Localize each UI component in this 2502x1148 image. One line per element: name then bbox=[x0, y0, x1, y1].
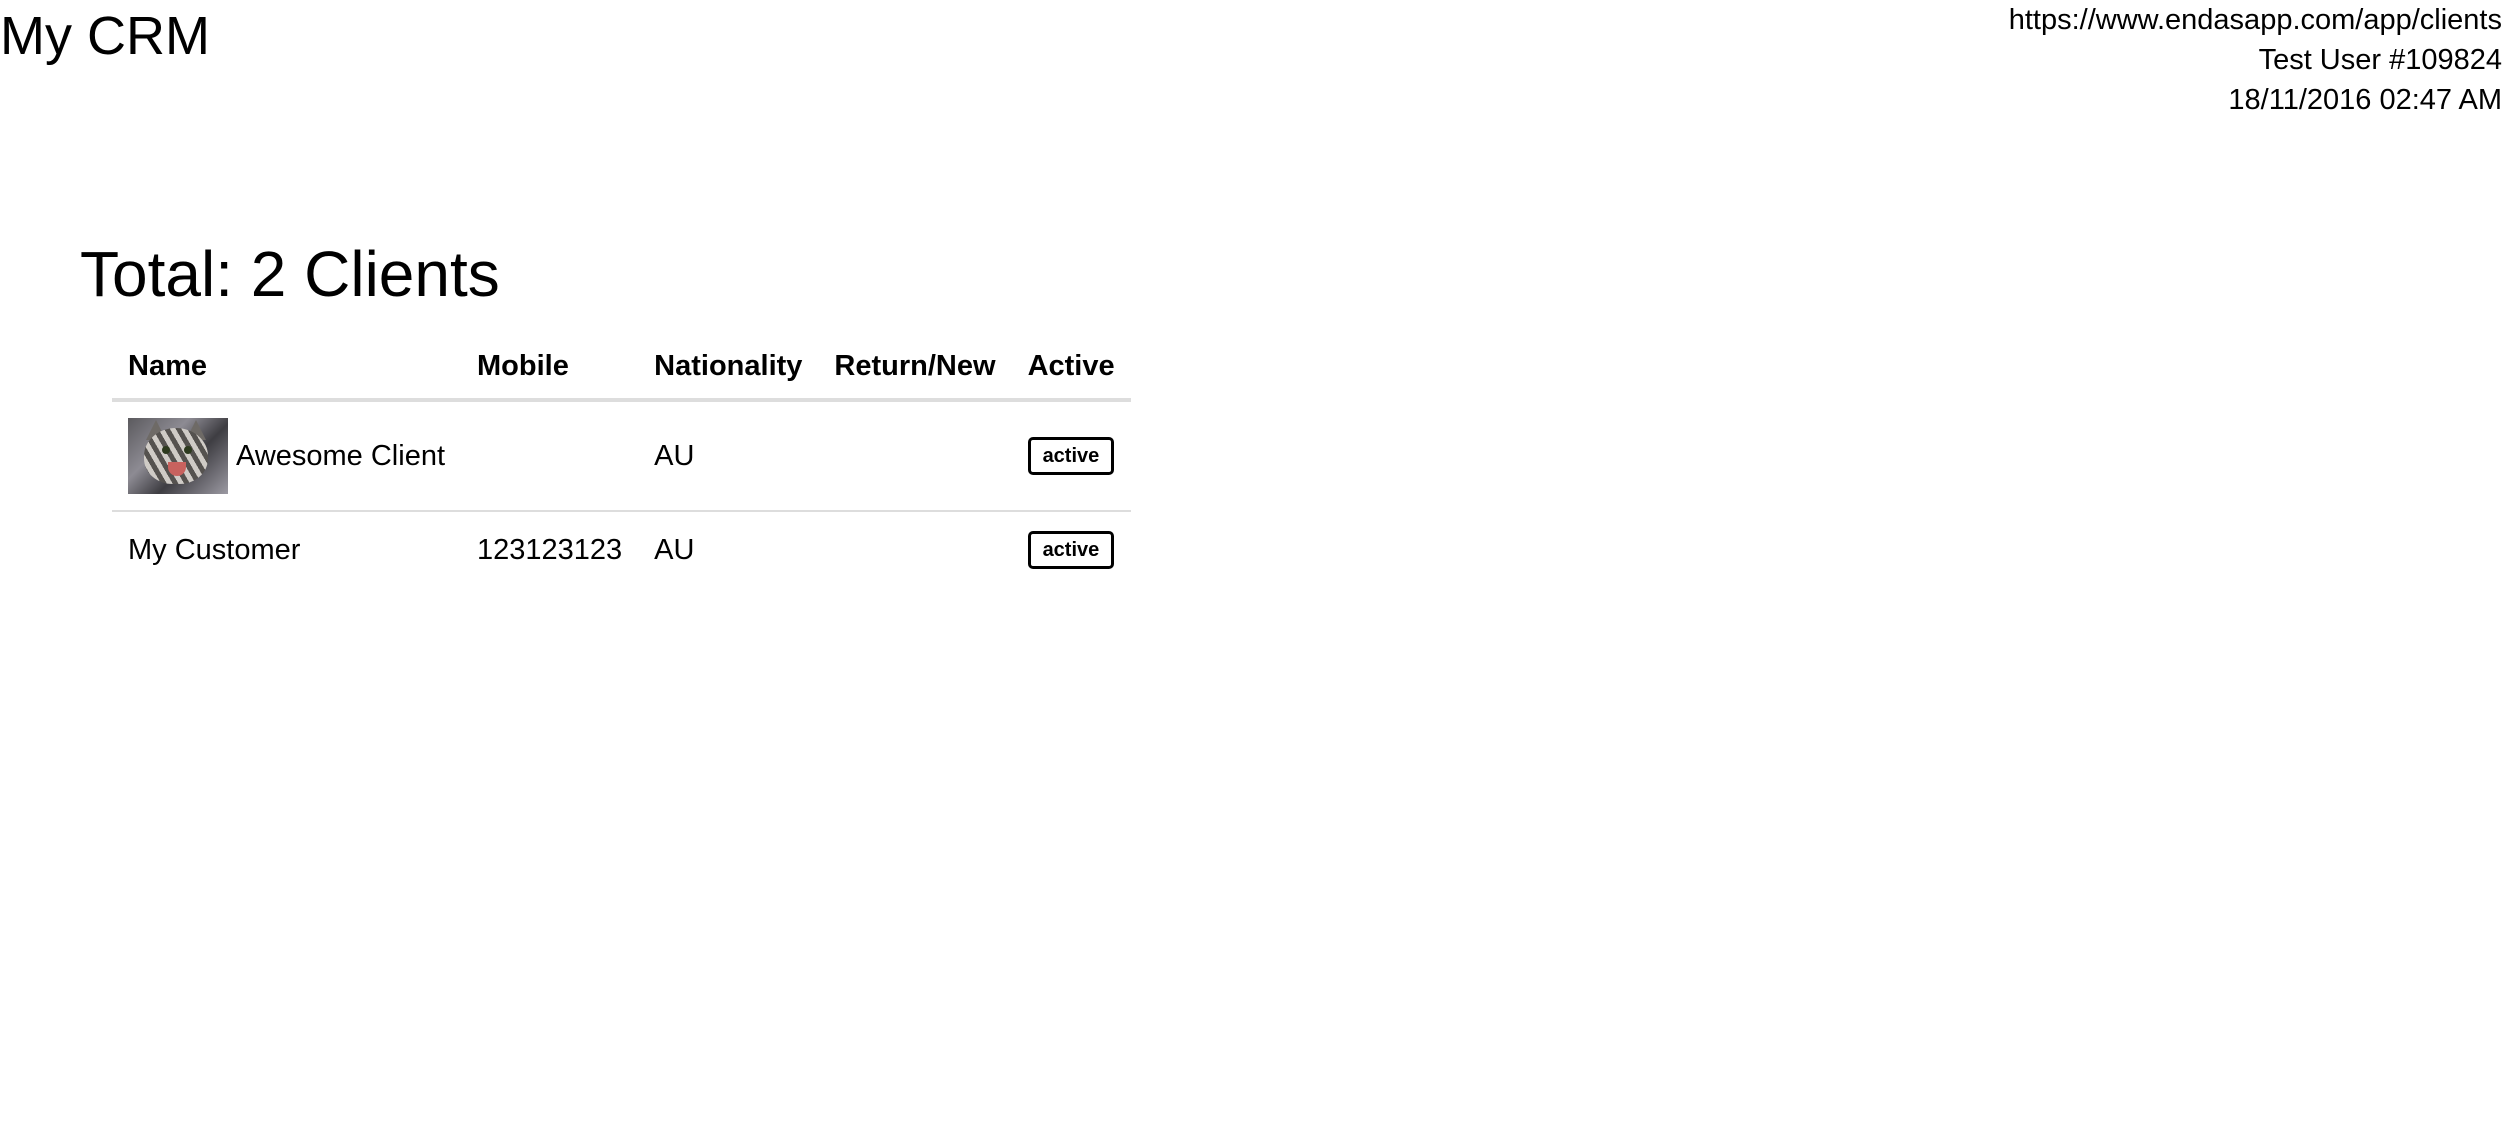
cell-mobile: 123123123 bbox=[477, 533, 623, 566]
cell-return-new bbox=[818, 400, 1012, 512]
column-header-nationality[interactable]: Nationality bbox=[638, 334, 819, 402]
client-name[interactable]: My Customer bbox=[128, 534, 300, 566]
table-header-row: Name Mobile Nationality Return/New Activ… bbox=[112, 334, 1131, 402]
column-header-return-new[interactable]: Return/New bbox=[818, 334, 1012, 402]
cell-active: active bbox=[1011, 400, 1131, 512]
user-name: Test User #109824 bbox=[2258, 44, 2502, 76]
cell-name: Awesome Client bbox=[112, 400, 462, 512]
cell-nationality: AU bbox=[654, 533, 695, 566]
client-avatar[interactable] bbox=[128, 418, 228, 494]
column-header-active[interactable]: Active bbox=[1011, 334, 1131, 402]
clients-table: Name Mobile Nationality Return/New Activ… bbox=[112, 334, 1131, 588]
page: My CRM https://www.endasapp.com/app/clie… bbox=[0, 0, 2502, 1148]
status-badge[interactable]: active bbox=[1027, 531, 1115, 569]
cell-active: active bbox=[1012, 511, 1131, 588]
app-title: My CRM bbox=[0, 6, 210, 66]
cell-return-new bbox=[818, 511, 1011, 588]
header-meta: https://www.endasapp.com/app/clients Tes… bbox=[2009, 0, 2502, 120]
column-header-name[interactable]: Name bbox=[112, 334, 462, 402]
column-header-mobile[interactable]: Mobile bbox=[461, 334, 639, 402]
cell-nationality: AU bbox=[638, 400, 819, 512]
print-datetime: 18/11/2016 02:47 AM bbox=[2228, 84, 2502, 116]
cell-mobile bbox=[461, 400, 639, 512]
table-row[interactable]: My Customer 123123123 AU active bbox=[112, 511, 1131, 588]
table-row[interactable]: Awesome Client AU active bbox=[112, 400, 1131, 512]
client-name[interactable]: Awesome Client bbox=[236, 440, 445, 473]
page-url: https://www.endasapp.com/app/clients bbox=[2008, 4, 2502, 36]
status-badge[interactable]: active bbox=[1027, 437, 1115, 475]
total-clients-heading: Total: 2 Clients bbox=[80, 238, 500, 310]
cell-name: My Customer bbox=[112, 511, 461, 588]
